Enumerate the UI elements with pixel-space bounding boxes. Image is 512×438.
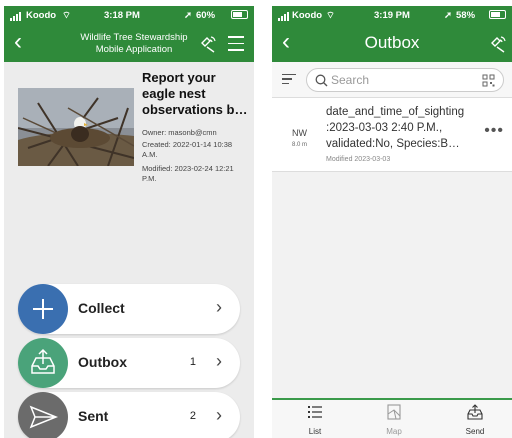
item-direction: NW [292,128,307,138]
app-title: Wildlife Tree Stewardship Mobile Applica… [80,32,188,55]
status-bar: Koodo ⌔ 3:19 PM ➚ 58% [272,6,512,26]
outbox-header: ‹ Outbox [272,26,512,62]
back-chevron-icon[interactable]: ‹ [14,30,22,54]
clock-label: 3:19 PM [374,10,410,21]
tab-map[interactable]: Map [369,404,419,436]
outbox-button[interactable]: Outbox 1 › [18,338,240,388]
filter-icon[interactable] [282,74,296,87]
battery-label: 60% [196,10,216,21]
wifi-icon: ⌔ [326,10,335,21]
survey-modified: Modified: 2023-02-24 12:21 P.M. [142,164,234,183]
collect-button[interactable]: Collect › [18,284,240,334]
hamburger-menu-icon[interactable] [228,36,244,56]
survey-home-screen: Koodo ⌔ 3:18 PM ➚ 60% ‹ Wildlife Tree St… [4,6,254,438]
clock-label: 3:18 PM [104,10,140,21]
paper-plane-icon [18,392,68,438]
tab-list-label: List [308,427,322,436]
carrier-label: Koodo [26,10,57,21]
survey-owner: Owner: masonb@cmn [142,128,217,137]
sent-button[interactable]: Sent 2 › [18,392,240,438]
item-modified: Modified 2023-03-03 [326,156,391,163]
chevron-right-icon: › [216,297,222,317]
outbox-screen: Koodo ⌔ 3:19 PM ➚ 58% ‹ Outbox Search NW… [272,6,512,438]
outbox-title: Outbox [364,33,420,52]
tab-send-label: Send [465,427,485,436]
item-summary: date_and_time_of_sighting :2023-03-03 2:… [326,106,465,150]
chevron-right-icon: › [216,405,222,425]
sent-label: Sent [78,408,109,424]
status-bar: Koodo ⌔ 3:18 PM ➚ 60% [4,6,254,26]
satellite-location-icon[interactable] [488,34,508,54]
map-icon [387,404,401,420]
outbox-list-item[interactable]: NW 8.0 m date_and_time_of_sighting :2023… [272,98,512,172]
location-arrow-icon: ➚ [444,10,452,21]
send-icon [467,404,483,420]
chevron-right-icon: › [216,351,222,371]
battery-label: 58% [456,10,476,21]
battery-icon [489,10,506,19]
collect-label: Collect [78,300,125,316]
carrier-label: Koodo [292,10,323,21]
survey-title[interactable]: Report your eagle nest observations b… [142,70,252,118]
location-arrow-icon: ➚ [184,10,192,21]
signal-icon [10,10,22,21]
list-icon [308,406,322,418]
outbox-label: Outbox [78,354,127,370]
more-icon[interactable]: ••• [484,122,504,140]
survey-thumbnail [18,88,134,166]
search-input[interactable] [331,72,471,88]
wifi-icon: ⌔ [62,10,71,21]
sent-count: 2 [189,410,196,422]
qr-code-icon[interactable] [482,74,495,87]
tab-list[interactable]: List [290,404,340,436]
survey-created: Created: 2022-01-14 10:38 A.M. [142,140,233,159]
satellite-location-icon[interactable] [198,34,218,54]
item-distance: 8.0 m [292,142,308,148]
bottom-tab-bar: List Map Send [272,398,512,438]
search-box[interactable] [306,68,504,92]
signal-icon [278,10,290,21]
outbox-tray-icon [18,338,68,388]
search-icon [315,74,328,87]
app-header: ‹ Wildlife Tree Stewardship Mobile Appli… [4,26,254,62]
tab-send[interactable]: Send [450,404,500,436]
tab-map-label: Map [386,427,402,436]
outbox-count: 1 [189,356,196,368]
battery-icon [231,10,248,19]
search-bar-row [272,62,512,98]
plus-icon [18,284,68,334]
